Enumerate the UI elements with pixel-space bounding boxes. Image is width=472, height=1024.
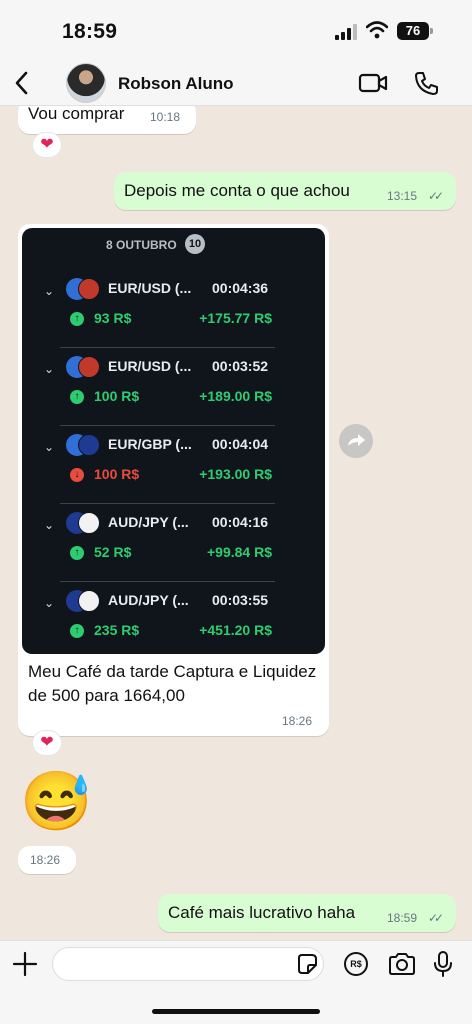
trade-duration: 00:04:04 xyxy=(212,436,269,452)
chevron-down-icon: ⌄ xyxy=(44,440,55,454)
trade-pair: EUR/USD (... xyxy=(108,358,192,374)
divider xyxy=(60,347,275,348)
currency-flags-icon xyxy=(66,434,100,456)
message-time: 13:15 xyxy=(387,189,418,203)
read-receipt-icon: ✓✓ xyxy=(428,189,444,203)
message-time: 18:26 xyxy=(30,853,61,867)
divider xyxy=(60,425,275,426)
image-caption: Meu Café da tarde Captura e Liquidez de … xyxy=(28,662,317,705)
trading-screenshot-image[interactable]: 8 OUTUBRO 10 ⌄ EUR/USD (... 00:04:36 ↑ 93 R$… xyxy=(22,228,325,654)
trade-profit: +99.84 R$ xyxy=(207,544,272,560)
trade-profit: +193.00 R$ xyxy=(199,466,272,482)
trade-stake: 100 R$ xyxy=(94,388,140,404)
trade-stake: 235 R$ xyxy=(94,622,140,638)
message-text: Depois me conta o que achou xyxy=(124,181,350,200)
chevron-down-icon: ⌄ xyxy=(44,518,55,532)
voice-call-icon[interactable] xyxy=(414,70,438,96)
arrow-up-icon: ↑ xyxy=(70,546,84,560)
divider xyxy=(60,503,275,504)
currency-flags-icon xyxy=(66,356,100,378)
trade-duration: 00:04:16 xyxy=(212,514,269,530)
arrow-up-icon: ↑ xyxy=(70,312,84,326)
count-badge: 10 xyxy=(185,234,205,254)
trade-profit: +451.20 R$ xyxy=(199,622,272,638)
status-bar: 18:59 76 xyxy=(0,0,472,62)
incoming-message[interactable]: Vou comprar 10:18 xyxy=(18,106,196,134)
message-time: 18:59 xyxy=(387,911,418,925)
arrow-up-icon: ↑ xyxy=(70,624,84,638)
plus-icon[interactable] xyxy=(12,951,38,977)
trade-row: ⌄ EUR/USD (... 00:03:52 ↑ 100 R$ +189.00 R$ xyxy=(22,350,325,426)
message-time: 10:18 xyxy=(150,110,181,124)
forward-icon[interactable] xyxy=(339,424,373,458)
trade-profit: +189.00 R$ xyxy=(199,388,272,404)
currency-flags-icon xyxy=(66,512,100,534)
message-input[interactable] xyxy=(52,947,324,981)
trade-pair: EUR/GBP (... xyxy=(108,436,192,452)
heart-reaction-icon[interactable]: ❤ xyxy=(32,730,62,756)
trade-pair: AUD/JPY (... xyxy=(108,514,189,530)
emoji-message[interactable]: 😅 xyxy=(20,770,92,834)
arrow-down-icon: ↓ xyxy=(70,468,84,482)
trade-duration: 00:04:36 xyxy=(212,280,269,296)
incoming-image-message[interactable]: 8 OUTUBRO 10 ⌄ EUR/USD (... 00:04:36 ↑ 93 R$… xyxy=(18,224,329,736)
trade-duration: 00:03:52 xyxy=(212,358,269,374)
chevron-down-icon: ⌄ xyxy=(44,596,55,610)
outgoing-message[interactable]: Depois me conta o que achou 13:15 ✓✓ xyxy=(114,172,456,210)
divider xyxy=(60,581,275,582)
chat-area[interactable]: Vou comprar 10:18 ❤ Depois me conta o qu… xyxy=(0,106,472,940)
trade-stake: 100 R$ xyxy=(94,466,140,482)
camera-icon[interactable] xyxy=(388,952,416,976)
home-indicator xyxy=(152,1009,320,1014)
trade-pair: EUR/USD (... xyxy=(108,280,192,296)
microphone-icon[interactable] xyxy=(433,950,453,978)
message-text: Vou comprar xyxy=(28,106,125,123)
wifi-icon xyxy=(366,21,388,39)
cellular-signal-icon xyxy=(335,24,359,40)
contact-avatar[interactable] xyxy=(66,63,106,103)
read-receipt-icon: ✓✓ xyxy=(428,911,444,925)
battery-icon: 76 xyxy=(397,22,429,40)
contact-name[interactable]: Robson Aluno xyxy=(118,74,234,94)
back-chevron-icon[interactable] xyxy=(10,68,34,98)
trade-stake: 93 R$ xyxy=(94,310,132,326)
chevron-down-icon: ⌄ xyxy=(44,284,55,298)
currency-flags-icon xyxy=(66,278,100,300)
payment-icon[interactable]: R$ xyxy=(344,952,368,976)
chevron-down-icon: ⌄ xyxy=(44,362,55,376)
heart-reaction-icon[interactable]: ❤ xyxy=(32,132,62,158)
trade-stake: 52 R$ xyxy=(94,544,132,560)
outgoing-message[interactable]: Café mais lucrativo haha 18:59 ✓✓ xyxy=(158,894,456,932)
trade-pair: AUD/JPY (... xyxy=(108,592,189,608)
arrow-up-icon: ↑ xyxy=(70,390,84,404)
battery-tip xyxy=(430,28,433,34)
sticker-icon[interactable] xyxy=(296,953,318,975)
chat-header: Robson Aluno xyxy=(0,62,472,106)
video-call-icon[interactable] xyxy=(358,71,388,95)
trade-row: ⌄ EUR/USD (... 00:04:36 ↑ 93 R$ +175.77 R$ xyxy=(22,272,325,348)
trade-row: ⌄ EUR/GBP (... 00:04:04 ↓ 100 R$ +193.00 R$ xyxy=(22,428,325,504)
trade-row: ⌄ AUD/JPY (... 00:04:16 ↑ 52 R$ +99.84 R$ xyxy=(22,506,325,582)
currency-flags-icon xyxy=(66,590,100,612)
trade-profit: +175.77 R$ xyxy=(199,310,272,326)
trade-duration: 00:03:55 xyxy=(212,592,269,608)
date-label: 8 OUTUBRO xyxy=(106,238,177,252)
emoji-time-bubble: 18:26 xyxy=(18,846,76,874)
trade-row: ⌄ AUD/JPY (... 00:03:55 ↑ 235 R$ +451.20 R$ xyxy=(22,584,325,654)
status-time: 18:59 xyxy=(62,20,118,43)
message-time: 18:26 xyxy=(282,714,313,728)
message-text: Café mais lucrativo haha xyxy=(168,903,356,922)
message-input-bar: R$ xyxy=(0,940,472,1024)
